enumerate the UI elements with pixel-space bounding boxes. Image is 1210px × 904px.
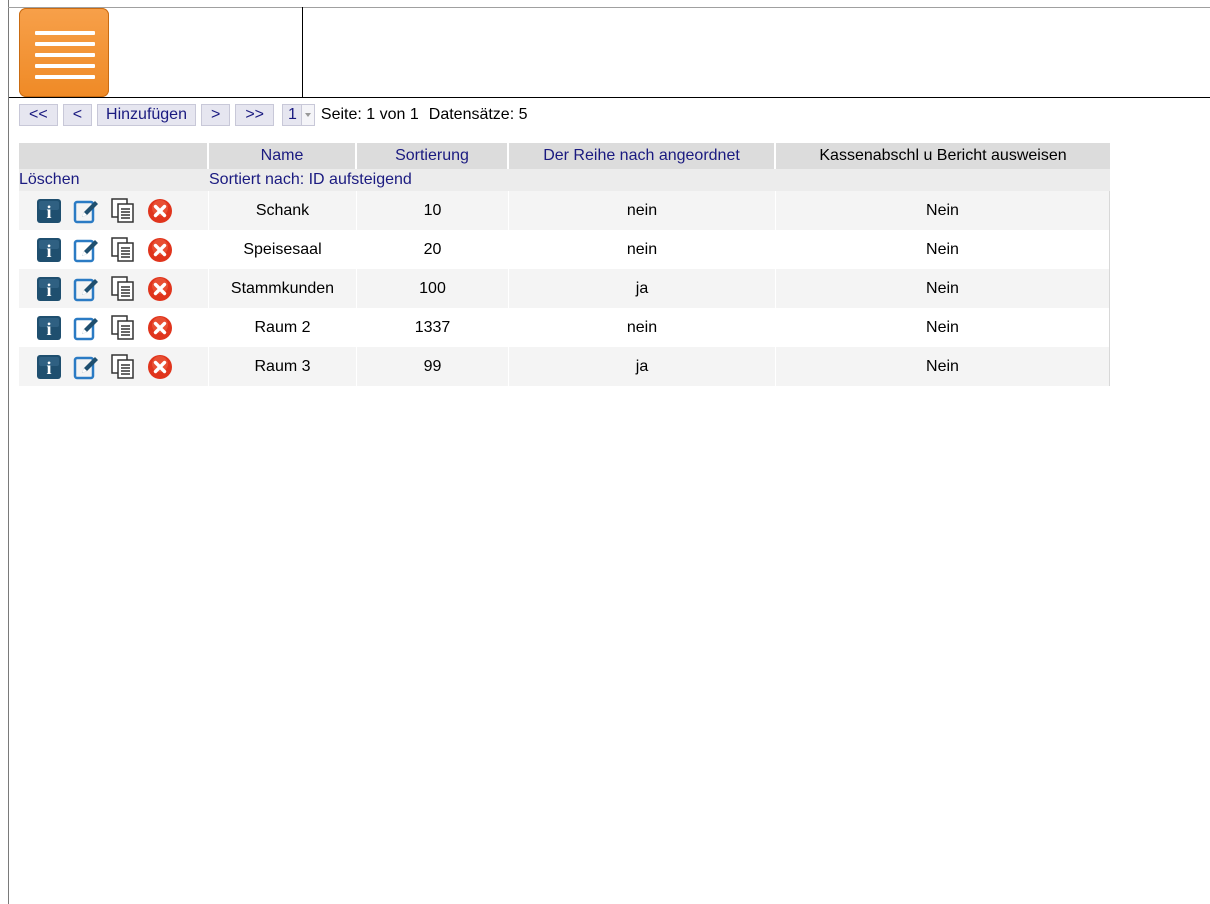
info-icon[interactable]: i (36, 276, 62, 302)
cell-name: Schank (209, 191, 357, 230)
page-info: Seite: 1 von 1 (320, 106, 419, 123)
cell-name: Speisesaal (209, 230, 357, 269)
cell-reihe: nein (509, 308, 776, 347)
sort-info: Sortiert nach: ID aufsteigend (209, 169, 1110, 191)
rooms-table: Name Sortierung Der Reihe nach angeordne… (19, 143, 1110, 386)
cell-kasse: Nein (776, 230, 1110, 269)
copy-icon[interactable] (110, 275, 136, 302)
delete-column-link[interactable]: Löschen (19, 169, 209, 191)
cell-kasse: Nein (776, 191, 1110, 230)
delete-icon[interactable] (147, 198, 173, 224)
hamburger-menu-icon[interactable] (19, 8, 109, 97)
frame-top-border (8, 7, 1210, 8)
table-row: i Raum 3 99 ja Nein (19, 347, 1110, 386)
table-row: i Raum 2 1337 nein Nein (19, 308, 1110, 347)
first-page-button[interactable]: << (19, 104, 58, 126)
edit-icon[interactable] (73, 354, 99, 380)
table-subheader-row: Löschen Sortiert nach: ID aufsteigend (19, 169, 1110, 191)
svg-text:i: i (46, 241, 51, 261)
header-divider (302, 7, 303, 98)
records-info: Datensätze: 5 (428, 106, 528, 123)
cell-reihe: ja (509, 347, 776, 386)
pagination-toolbar: << < Hinzufügen > >> 1 Seite: 1 von 1 Dat… (19, 104, 538, 126)
svg-text:i: i (46, 358, 51, 378)
delete-icon[interactable] (147, 237, 173, 263)
row-actions: i (19, 191, 209, 230)
svg-text:i: i (46, 319, 51, 339)
table-row: i Schank 10 nein Nein (19, 191, 1110, 230)
cell-name: Raum 3 (209, 347, 357, 386)
column-header-sortierung[interactable]: Sortierung (357, 143, 509, 169)
info-icon[interactable]: i (36, 315, 62, 341)
edit-icon[interactable] (73, 198, 99, 224)
header-actions-cell (19, 143, 209, 169)
cell-name: Stammkunden (209, 269, 357, 308)
info-icon[interactable]: i (36, 198, 62, 224)
row-actions: i (19, 269, 209, 308)
cell-reihe: nein (509, 230, 776, 269)
page-select-value: 1 (288, 106, 297, 123)
last-page-button[interactable]: >> (235, 104, 275, 126)
row-actions: i (19, 347, 209, 386)
svg-text:i: i (46, 202, 51, 222)
page-select[interactable]: 1 (282, 104, 315, 126)
column-header-kasse[interactable]: Kassenabschl u Bericht ausweisen (776, 143, 1110, 169)
cell-sortierung: 10 (357, 191, 509, 230)
cell-kasse: Nein (776, 347, 1110, 386)
cell-sortierung: 1337 (357, 308, 509, 347)
table-header-row: Name Sortierung Der Reihe nach angeordne… (19, 143, 1110, 169)
delete-icon[interactable] (147, 315, 173, 341)
cell-sortierung: 20 (357, 230, 509, 269)
header-bottom-border (9, 97, 1210, 98)
pagination-status: Seite: 1 von 1 Datensätze: 5 (321, 106, 538, 124)
cell-kasse: Nein (776, 308, 1110, 347)
table-row: i Stammkunden 100 ja Nein (19, 269, 1110, 308)
edit-icon[interactable] (73, 237, 99, 263)
info-icon[interactable]: i (36, 354, 62, 380)
svg-text:i: i (46, 280, 51, 300)
edit-icon[interactable] (73, 315, 99, 341)
column-header-name[interactable]: Name (209, 143, 357, 169)
copy-icon[interactable] (110, 314, 136, 341)
row-actions: i (19, 230, 209, 269)
chevron-down-icon[interactable] (300, 105, 314, 125)
cell-name: Raum 2 (209, 308, 357, 347)
cell-reihe: ja (509, 269, 776, 308)
column-header-reihe[interactable]: Der Reihe nach angeordnet (509, 143, 776, 169)
prev-page-button[interactable]: < (62, 104, 93, 126)
edit-icon[interactable] (73, 276, 99, 302)
copy-icon[interactable] (110, 353, 136, 380)
copy-icon[interactable] (110, 197, 136, 224)
delete-icon[interactable] (147, 276, 173, 302)
frame-left-border (8, 0, 9, 904)
row-actions: i (19, 308, 209, 347)
next-page-button[interactable]: > (200, 104, 231, 126)
cell-reihe: nein (509, 191, 776, 230)
copy-icon[interactable] (110, 236, 136, 263)
cell-kasse: Nein (776, 269, 1110, 308)
add-button[interactable]: Hinzufügen (97, 104, 196, 126)
table-row: i Speisesaal 20 nein Nein (19, 230, 1110, 269)
delete-icon[interactable] (147, 354, 173, 380)
info-icon[interactable]: i (36, 237, 62, 263)
cell-sortierung: 99 (357, 347, 509, 386)
cell-sortierung: 100 (357, 269, 509, 308)
